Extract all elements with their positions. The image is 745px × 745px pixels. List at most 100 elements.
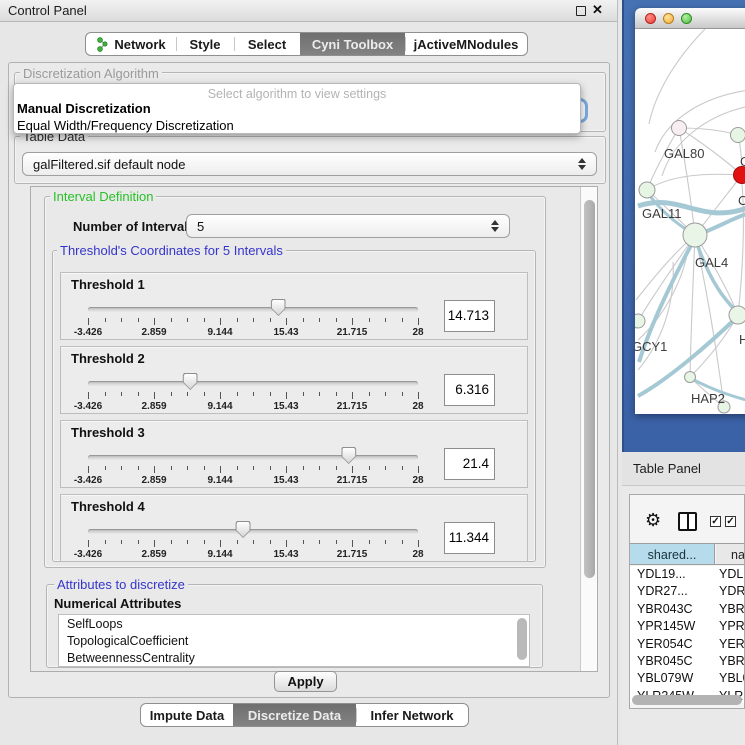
bottom-tabbar: Impute Data Discretize Data Infer Networ… (140, 703, 469, 727)
network-canvas[interactable]: GAL80 G C GAL11 GAL4 GCY1 H HAP2 (635, 29, 745, 414)
node-gal4[interactable] (683, 223, 707, 247)
control-panel-titlebar: Control Panel ✕ (0, 0, 617, 22)
slider-tick-labels: -3.426 2.859 9.144 15.43 21.715 28 (88, 327, 418, 338)
control-panel-window: Control Panel ✕ Network Style Select Cyn… (0, 0, 618, 745)
table-panel-titlebar: Table Panel (622, 452, 745, 486)
control-panel-tabbar: Network Style Select Cyni Toolbox jActiv… (85, 32, 528, 56)
table-data-combobox[interactable]: galFiltered.sif default node (22, 152, 597, 176)
dropdown-option-equal-width[interactable]: Equal Width/Frequency Discretization (17, 118, 234, 133)
threshold-1-slider[interactable] (88, 299, 418, 317)
slider-ticks (88, 318, 418, 326)
list-scrollbar-thumb[interactable] (517, 618, 527, 660)
column-header-shared-name[interactable]: shared... (630, 544, 715, 564)
slider-thumb[interactable] (271, 299, 286, 316)
list-item[interactable]: SelfLoops (59, 615, 529, 632)
interval-definition-title: Interval Definition (50, 190, 156, 203)
threshold-2-label: Threshold 2 (71, 351, 145, 366)
node-label-gcy1: GCY1 (635, 339, 667, 354)
table-panel-inner: ⚙ ✓ ✓ shared... name YDL19...YDL1 YDR27.… (629, 494, 745, 709)
threshold-1-label: Threshold 1 (71, 277, 145, 292)
table-row[interactable]: YBR045CYBR0 (630, 653, 745, 670)
threshold-3-panel: Threshold 3 -3.426 2.859 9.144 15.43 21.… (60, 420, 528, 488)
threshold-3-slider[interactable] (88, 447, 418, 465)
threshold-2-slider[interactable] (88, 373, 418, 391)
attributes-group-title: Attributes to discretize (54, 578, 188, 591)
tab-select[interactable]: Select (234, 33, 300, 55)
table-header-row: shared... name (630, 543, 745, 565)
slider-track[interactable] (88, 381, 418, 386)
node-label-gal80: GAL80 (664, 146, 704, 161)
algorithm-dropdown-popup: Select algorithm to view settings Manual… (13, 83, 581, 134)
threshold-2-value-field[interactable]: 6.316 (444, 374, 495, 406)
num-intervals-combobox[interactable]: 5 (186, 214, 510, 238)
control-panel-title: Control Panel (8, 3, 87, 18)
list-item[interactable]: TopologicalCoefficient (59, 632, 529, 649)
column-header-name[interactable]: name (716, 544, 745, 564)
tab-discretize-data[interactable]: Discretize Data (233, 704, 356, 726)
minimize-traffic-light-icon[interactable] (663, 13, 674, 24)
slider-track[interactable] (88, 307, 418, 312)
checkbox-icon[interactable]: ✓ (710, 516, 721, 527)
node-gcy1[interactable] (635, 314, 645, 328)
algorithm-group-title: Discretization Algorithm (20, 67, 162, 80)
tab-network[interactable]: Network (86, 33, 176, 55)
threshold-1-value-field[interactable]: 14.713 (444, 300, 495, 332)
threshold-4-panel: Threshold 4 -3.426 2.859 9.144 15.43 21.… (60, 494, 528, 562)
table-row[interactable]: YBR043CYBR0 (630, 601, 745, 618)
table-row[interactable]: YDL19...YDL1 (630, 566, 745, 583)
zoom-traffic-light-icon[interactable] (681, 13, 692, 24)
table-row[interactable]: YPR145WYPR1 (630, 618, 745, 635)
node-hap2[interactable] (685, 372, 696, 383)
threshold-4-value-field[interactable]: 11.344 (444, 522, 495, 554)
scrollbar-thumb[interactable] (584, 200, 595, 578)
tab-infer-network[interactable]: Infer Network (356, 704, 468, 726)
close-icon[interactable]: ✕ (592, 2, 603, 18)
slider-tick-labels: -3.426 2.859 9.144 15.43 21.715 28 (88, 549, 418, 560)
node[interactable] (731, 128, 745, 143)
table-horizontal-scrollbar[interactable] (632, 695, 742, 705)
table-row[interactable]: YBL079WYBL0 (630, 670, 745, 687)
slider-ticks (88, 540, 418, 548)
numerical-attributes-list[interactable]: SelfLoops TopologicalCoefficient Between… (58, 614, 530, 667)
node-label-gal4: GAL4 (695, 255, 728, 270)
slider-thumb[interactable] (341, 447, 356, 464)
float-window-icon[interactable] (576, 6, 586, 16)
table-panel-title: Table Panel (633, 461, 701, 476)
slider-tick-labels: -3.426 2.859 9.144 15.43 21.715 28 (88, 475, 418, 486)
num-intervals-value: 5 (197, 219, 204, 234)
dropdown-option-manual[interactable]: Manual Discretization (17, 101, 151, 116)
checkbox-icon[interactable]: ✓ (725, 516, 736, 527)
node-gal80[interactable] (672, 121, 687, 136)
tab-style[interactable]: Style (176, 33, 234, 55)
threshold-4-slider[interactable] (88, 521, 418, 539)
node-label-hap2: HAP2 (691, 391, 725, 406)
numerical-attributes-label: Numerical Attributes (54, 596, 181, 611)
tab-cyni-toolbox[interactable]: Cyni Toolbox (300, 33, 405, 55)
tab-network-label: Network (114, 37, 165, 52)
node[interactable] (729, 306, 745, 324)
settings-vertical-scrollbar[interactable] (580, 187, 597, 671)
threshold-3-value-field[interactable]: 21.4 (444, 448, 495, 480)
list-item[interactable]: BetweennessCentrality (59, 649, 529, 666)
network-view-window: GAL80 G C GAL11 GAL4 GCY1 H HAP2 (635, 8, 745, 414)
slider-thumb[interactable] (236, 521, 251, 538)
table-row[interactable]: YER054CYER0 (630, 636, 745, 653)
columns-icon[interactable] (678, 512, 697, 531)
tab-jactivemnodules[interactable]: jActiveMNodules (405, 33, 527, 55)
network-icon (96, 37, 109, 52)
screen: Control Panel ✕ Network Style Select Cyn… (0, 0, 745, 745)
close-traffic-light-icon[interactable] (645, 13, 656, 24)
slider-track[interactable] (88, 529, 418, 534)
node-gal11[interactable] (639, 182, 655, 198)
table-row[interactable]: YDR27...YDR2 (630, 583, 745, 600)
table-data-value: galFiltered.sif default node (33, 157, 185, 172)
slider-track[interactable] (88, 455, 418, 460)
tab-impute-data[interactable]: Impute Data (141, 704, 233, 726)
slider-thumb[interactable] (183, 373, 198, 390)
apply-button[interactable]: Apply (274, 671, 337, 692)
gear-icon[interactable]: ⚙ (645, 511, 661, 529)
stepper-icon (578, 158, 587, 170)
table-row[interactable]: YIL052CYIL0 (630, 705, 745, 709)
table-rows: YDL19...YDL1 YDR27...YDR2 YBR043CYBR0 YP… (630, 566, 745, 703)
slider-ticks (88, 392, 418, 400)
